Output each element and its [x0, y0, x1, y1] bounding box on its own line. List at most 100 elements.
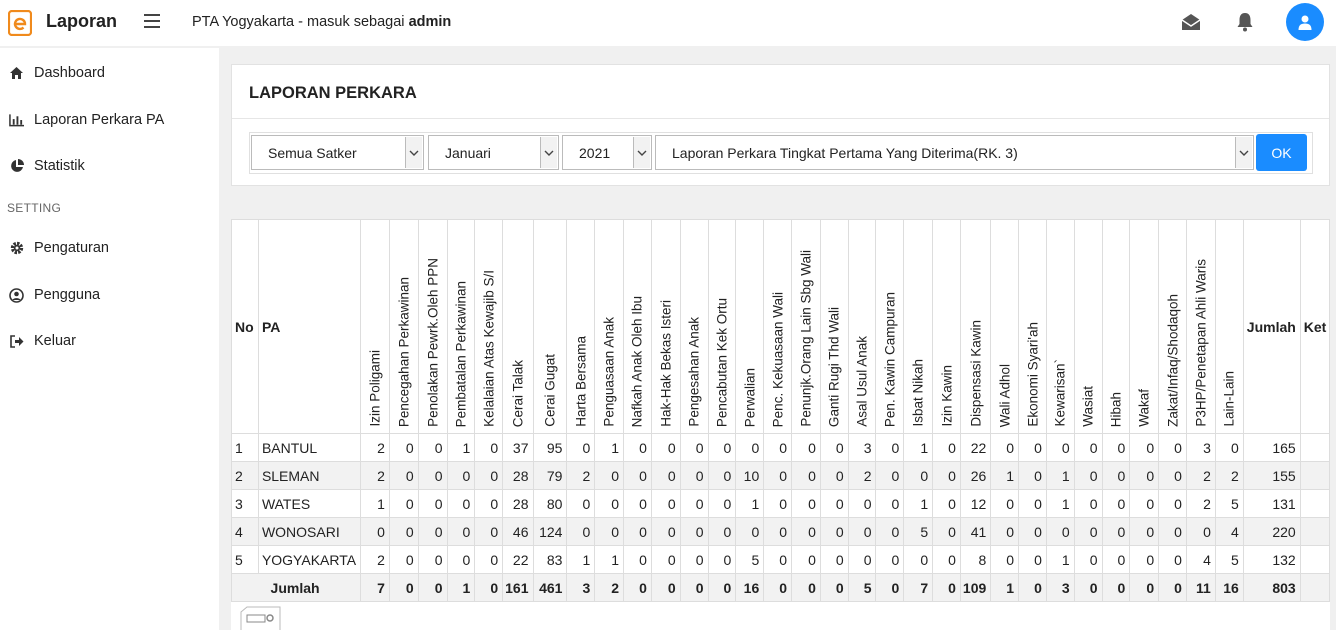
table-cell: 0 [594, 461, 625, 490]
total-cell: 0 [650, 573, 681, 602]
column-header-label: Wasiat [1080, 386, 1096, 427]
total-cell: 7 [903, 573, 934, 602]
column-header-label: Penolakan Pewrk.Oleh PPN [425, 258, 441, 427]
table-cell: 0 [446, 489, 476, 518]
table-cell: 0 [735, 433, 765, 462]
table-cell: 0 [566, 517, 596, 546]
context-prefix: PTA Yogyakarta - masuk sebagai [192, 14, 409, 30]
total-cell: 0 [1101, 573, 1131, 602]
sidebar-section-heading: SETTING [7, 201, 62, 215]
table-cell: 0 [650, 545, 681, 574]
table-cell: 0 [1129, 433, 1160, 462]
total-cell: 7 [360, 573, 390, 602]
table-cell: 0 [707, 489, 737, 518]
table-cell: 1 [1045, 489, 1075, 518]
report-table: No PA Izin Poligami Pencegahan Perkawinan Pe… [230, 219, 1331, 602]
table-cell: 0 [1101, 433, 1131, 462]
table-cell: 0 [791, 433, 821, 462]
table-cell: 0 [932, 489, 961, 518]
table-cell: 46 [502, 517, 534, 546]
user-icon [1298, 15, 1312, 30]
table-cell: 5 [903, 517, 934, 546]
sidebar-item-pengaturan[interactable]: Pengaturan [0, 228, 219, 268]
table-cell: 0 [1101, 545, 1131, 574]
table-cell: 0 [474, 545, 504, 574]
jenis-laporan-value: Laporan Perkara Tingkat Pertama Yang Dit… [672, 145, 1018, 161]
table-cell: 0 [735, 517, 765, 546]
satker-select[interactable]: Semua Satker [251, 135, 424, 170]
menu-toggle-icon[interactable] [144, 14, 160, 30]
total-cell: 5 [847, 573, 877, 602]
jenis-laporan-select[interactable]: Laporan Perkara Tingkat Pertama Yang Dit… [655, 135, 1254, 170]
tahun-select[interactable]: 2021 [562, 135, 652, 170]
chevron-down-icon [1235, 137, 1252, 168]
sidebar-item-pengguna[interactable]: Pengguna [0, 275, 219, 315]
table-cell: 0 [990, 517, 1020, 546]
table-cell: 0 [847, 489, 877, 518]
bulan-select[interactable]: Januari [428, 135, 559, 170]
table-cell: 0 [623, 545, 652, 574]
column-header-label: Izin Poligami [367, 350, 383, 427]
sidebar-item-laporan-perkara[interactable]: Laporan Perkara PA [0, 100, 219, 140]
table-cell: 0 [763, 433, 793, 462]
column-header-label: Penguasaan Anak [601, 317, 617, 427]
total-cell: 0 [791, 573, 821, 602]
report-table-card: No PA Izin Poligami Pencegahan Perkawinan Pe… [230, 219, 1331, 630]
row-jumlah: 220 [1242, 517, 1301, 546]
total-cell: 0 [623, 573, 652, 602]
table-cell: 0 [875, 489, 905, 518]
table-cell: 0 [819, 517, 849, 546]
bell-icon[interactable] [1236, 12, 1254, 32]
table-cell: 0 [707, 545, 737, 574]
table-cell: 1 [990, 461, 1020, 490]
sidebar-item-dashboard[interactable]: Dashboard [0, 53, 219, 93]
total-ket [1299, 573, 1331, 602]
export-excel-icon[interactable] [240, 606, 286, 630]
table-cell: 0 [566, 489, 596, 518]
sidebar-item-keluar[interactable]: Keluar [0, 321, 219, 361]
row-no: 4 [231, 517, 259, 546]
home-icon [9, 66, 24, 81]
table-cell: 10 [735, 461, 765, 490]
table-cell: 0 [875, 545, 905, 574]
table-cell: 0 [650, 433, 681, 462]
column-header-label: Hak-Hak Bekas Isteri [658, 300, 674, 427]
table-cell: 0 [474, 489, 504, 518]
row-jumlah: 155 [1242, 461, 1301, 490]
envelope-open-icon[interactable] [1181, 12, 1201, 32]
table-cell: 0 [1158, 545, 1187, 574]
table-cell: 79 [532, 461, 568, 490]
table-cell: 5 [735, 545, 765, 574]
total-jumlah: 803 [1242, 573, 1301, 602]
table-cell: 0 [474, 517, 504, 546]
total-cell: 0 [388, 573, 419, 602]
table-cell: 0 [594, 489, 625, 518]
table-cell: 83 [532, 545, 568, 574]
row-pa-name: WONOSARI [257, 517, 362, 546]
column-header: Hibah [1101, 219, 1131, 434]
table-cell: 0 [791, 461, 821, 490]
table-cell: 0 [791, 545, 821, 574]
ok-button[interactable]: OK [1256, 134, 1307, 171]
row-ket [1299, 461, 1331, 490]
column-header: P3HP/Penetapan Ahli Waris [1185, 219, 1216, 434]
table-cell: 37 [502, 433, 534, 462]
column-header-label: Kewarisan` [1052, 359, 1068, 427]
table-cell: 0 [1073, 433, 1103, 462]
column-header-jumlah: Jumlah [1242, 219, 1301, 434]
table-cell: 0 [1185, 517, 1216, 546]
chevron-down-icon [540, 137, 557, 168]
table-cell: 0 [417, 545, 448, 574]
table-cell: 0 [679, 517, 709, 546]
table-cell: 1 [1045, 461, 1075, 490]
table-cell: 2 [847, 461, 877, 490]
total-cell: 0 [875, 573, 905, 602]
table-cell: 0 [819, 545, 849, 574]
table-cell: 0 [707, 433, 737, 462]
bulan-value: Januari [445, 145, 491, 161]
avatar[interactable] [1286, 3, 1324, 41]
sidebar-item-statistik[interactable]: Statistik [0, 146, 219, 186]
table-cell: 0 [679, 433, 709, 462]
sidebar-item-label: Pengguna [34, 287, 101, 303]
sidebar-item-label: Pengaturan [34, 240, 109, 256]
